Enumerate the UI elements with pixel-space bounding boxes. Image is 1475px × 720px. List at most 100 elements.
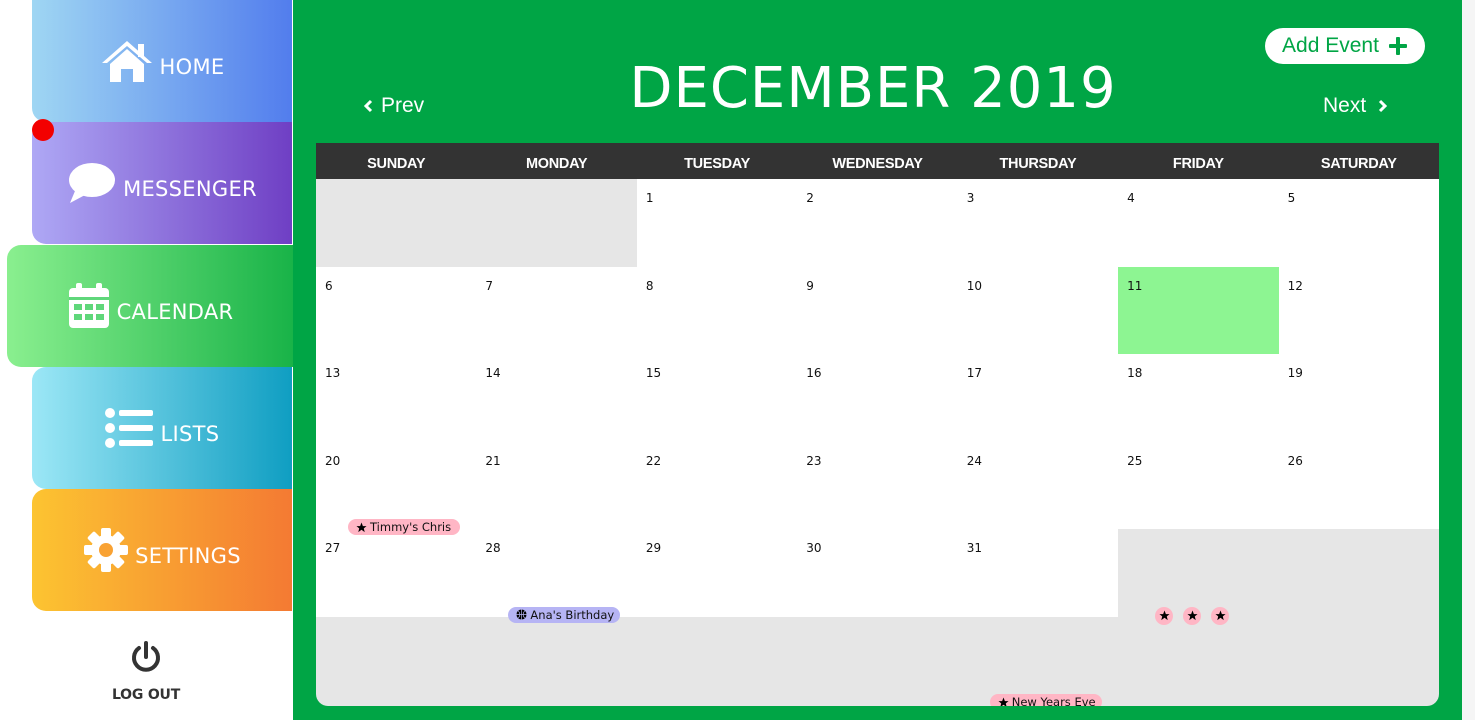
weekday-label: MONDAY (525, 156, 588, 172)
star-icon (998, 697, 1009, 706)
event-dot[interactable] (1211, 606, 1230, 625)
day-number: 14 (485, 366, 501, 381)
day-number: 31 (966, 541, 982, 556)
home-icon (100, 39, 154, 83)
day-cell[interactable]: 7 (476, 266, 637, 355)
empty-day-cell (316, 179, 477, 267)
day-number: 12 (1287, 278, 1303, 293)
event-dot[interactable] (1155, 606, 1174, 625)
day-cell[interactable]: 27 (316, 529, 477, 617)
day-cell[interactable]: 21 (476, 441, 637, 530)
event-dot[interactable] (1183, 606, 1202, 625)
star-icon (1159, 610, 1170, 621)
day-number: 2 (806, 191, 814, 205)
day-cell[interactable]: 31 (957, 529, 1119, 617)
day-cell[interactable]: 25 (1118, 441, 1279, 530)
star-icon (356, 522, 367, 533)
weekday-label: THURSDAY (999, 156, 1077, 172)
day-cell[interactable]: 3 (957, 179, 1119, 267)
day-number: 9 (806, 278, 814, 293)
day-cell[interactable]: 30 (797, 529, 958, 617)
weekday-label: FRIDAY (1172, 156, 1224, 172)
weekday-header: SUNDAY MONDAY TUESDAY WEDNESDAY THURSDAY… (316, 143, 1439, 179)
day-number: 4 (1127, 191, 1135, 205)
calendar-event[interactable]: Timmy's Chris (348, 519, 460, 536)
add-event-button[interactable]: Add Event (1265, 28, 1425, 64)
day-number: 6 (325, 278, 333, 293)
day-cell[interactable]: 6 (316, 266, 477, 355)
day-cell[interactable]: 2 (797, 179, 958, 267)
day-cell[interactable]: 15 (636, 354, 798, 442)
day-cell[interactable]: 4 (1118, 179, 1279, 267)
day-cell[interactable]: 11 (1118, 266, 1279, 355)
day-cell[interactable]: 23 (797, 441, 958, 530)
list-icon (104, 408, 155, 448)
weekday-label: SATURDAY (1320, 156, 1397, 172)
event-title: Timmy's Chris (370, 520, 452, 535)
day-cell[interactable]: 10 (957, 266, 1119, 355)
day-cell[interactable]: 24 (957, 441, 1119, 530)
sidebar-item-lists[interactable]: LISTS (32, 367, 292, 489)
next-month-button[interactable]: Next (1323, 94, 1388, 118)
day-number: 1 (645, 191, 654, 205)
day-cell[interactable]: 17 (957, 354, 1119, 442)
prev-month-button[interactable]: Prev (363, 94, 424, 118)
empty-day-cell (1278, 529, 1439, 617)
day-number: 3 (966, 191, 975, 205)
day-number: 20 (325, 453, 341, 468)
sidebar-item-label: SETTINGS (135, 544, 241, 568)
day-cell[interactable]: 28 (476, 529, 637, 617)
power-icon (129, 640, 163, 679)
day-cell[interactable]: 18 (1118, 354, 1279, 442)
day-cell[interactable]: 12 (1278, 266, 1439, 355)
sidebar-item-calendar[interactable]: CALENDAR (7, 245, 293, 367)
notification-dot (32, 119, 54, 141)
star-icon (1187, 610, 1198, 621)
day-cell[interactable]: 22 (636, 441, 798, 530)
logout-button[interactable]: LOG OUT (100, 640, 192, 703)
day-cell[interactable]: 14 (476, 354, 637, 442)
logout-label: LOG OUT (111, 687, 181, 703)
page-title: DECEMBER 2019 (629, 56, 1117, 121)
calendar-event[interactable]: Ana's Birthday (508, 606, 621, 623)
day-cell[interactable]: 19 (1278, 354, 1439, 442)
add-event-label: Add Event (1282, 34, 1379, 57)
day-cell[interactable]: 1 (636, 179, 798, 267)
day-cell[interactable]: 16 (797, 354, 958, 442)
gear-icon (83, 527, 129, 573)
day-cell[interactable]: 26 (1278, 441, 1439, 530)
app-root: HOME MESSENGER CALENDAR LISTS SETTINGS L… (0, 0, 1475, 720)
event-title: New Years Eve (1011, 695, 1096, 706)
day-cell[interactable]: 9 (797, 266, 958, 355)
day-cell[interactable]: 5 (1278, 179, 1439, 267)
day-cell[interactable]: 13 (316, 354, 477, 442)
day-number: 7 (485, 278, 494, 293)
sidebar-item-messenger[interactable]: MESSENGER (32, 122, 292, 244)
sidebar-item-home[interactable]: HOME (32, 0, 292, 122)
next-label: Next (1323, 94, 1367, 117)
day-cell[interactable]: 20 (316, 441, 477, 530)
day-cell[interactable]: 29 (636, 529, 798, 617)
calendar-event[interactable]: New Years Eve (989, 694, 1102, 706)
sidebar-item-label: HOME (159, 55, 225, 79)
calendar-icon (67, 282, 111, 330)
day-cell[interactable]: 8 (636, 266, 798, 355)
day-number: 15 (645, 366, 662, 381)
sidebar-item-label: LISTS (160, 422, 220, 446)
star-icon (1215, 610, 1226, 621)
weekday-label: SUNDAY (367, 156, 426, 172)
day-number: 21 (485, 453, 501, 468)
empty-day-cell (1118, 529, 1279, 617)
day-number: 11 (1127, 278, 1143, 293)
prev-label: Prev (381, 94, 425, 117)
day-number: 28 (485, 541, 501, 556)
day-number: 5 (1287, 191, 1296, 205)
day-number: 22 (645, 453, 662, 468)
chevron-right-icon (1378, 99, 1388, 113)
sidebar-item-label: CALENDAR (116, 300, 234, 324)
day-number: 18 (1127, 366, 1143, 381)
sidebar-item-settings[interactable]: SETTINGS (32, 489, 292, 611)
day-number: 8 (645, 278, 654, 293)
day-number: 17 (966, 366, 982, 381)
day-number: 10 (966, 278, 982, 293)
